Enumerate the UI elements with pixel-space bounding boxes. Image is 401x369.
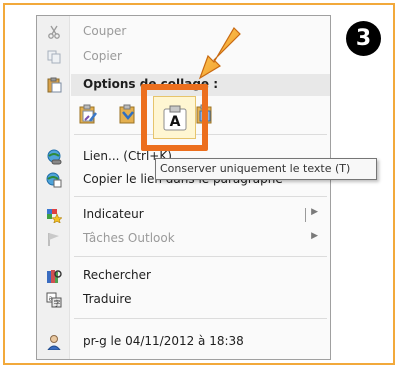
menu-item-cut-label: Couper <box>83 24 127 38</box>
chevron-right-icon: ▶ <box>311 231 318 241</box>
chevron-right-icon: ▶ <box>311 207 318 217</box>
copy-icon <box>46 49 62 65</box>
paste-merge-formatting-button[interactable] <box>117 103 139 125</box>
menu-separator <box>74 256 327 257</box>
menu-item-translate[interactable]: a字 Traduire <box>37 289 330 311</box>
menu-item-flag[interactable]: Indicateur ▶ <box>37 204 330 226</box>
menu-item-flag-label: Indicateur <box>83 207 144 221</box>
menu-item-copy-label: Copier <box>83 49 122 63</box>
menu-item-cut[interactable]: Couper <box>37 21 330 43</box>
menu-item-translate-label: Traduire <box>83 292 132 306</box>
paste-keep-text-only-button[interactable]: A <box>153 96 196 139</box>
svg-text:字: 字 <box>54 299 61 308</box>
paste-option-tooltip: Conserver uniquement le texte (T) <box>155 158 377 180</box>
clipboard-brush-icon <box>79 104 97 124</box>
task-flag-icon <box>46 231 62 247</box>
menu-item-author-label: pr-g le 04/11/2012 à 18:38 <box>83 334 244 348</box>
paste-keep-source-formatting-button[interactable] <box>77 103 99 125</box>
menu-item-outlook-tasks[interactable]: Tâches Outlook ▶ <box>37 228 330 250</box>
user-icon <box>46 334 62 350</box>
menu-separator <box>74 196 327 197</box>
globe-link-icon <box>46 149 62 165</box>
context-menu: Couper Copier Options de collage : Lien.… <box>36 15 331 360</box>
menu-separator <box>74 318 327 319</box>
pointer-arrow-icon <box>198 27 241 80</box>
clipboard-merge-icon <box>119 104 135 124</box>
submenu-divider <box>305 208 306 222</box>
translate-icon: a字 <box>46 292 62 308</box>
scissors-icon <box>46 24 62 40</box>
paste-icon <box>46 77 62 93</box>
menu-item-search[interactable]: Rechercher <box>37 265 330 287</box>
research-books-icon <box>46 268 62 284</box>
keep-text-glyph: A <box>169 114 180 130</box>
keep-text-only-highlight: A <box>141 84 208 151</box>
flag-star-icon <box>46 207 62 223</box>
menu-item-copy[interactable]: Copier <box>37 46 330 68</box>
menu-item-outlook-tasks-label: Tâches Outlook <box>83 231 175 245</box>
clipboard-text-icon: A <box>163 105 186 130</box>
menu-item-author[interactable]: pr-g le 04/11/2012 à 18:38 <box>37 331 330 353</box>
menu-item-search-label: Rechercher <box>83 268 151 282</box>
step-badge: 3 <box>346 21 381 56</box>
globe-copy-icon <box>46 172 62 188</box>
